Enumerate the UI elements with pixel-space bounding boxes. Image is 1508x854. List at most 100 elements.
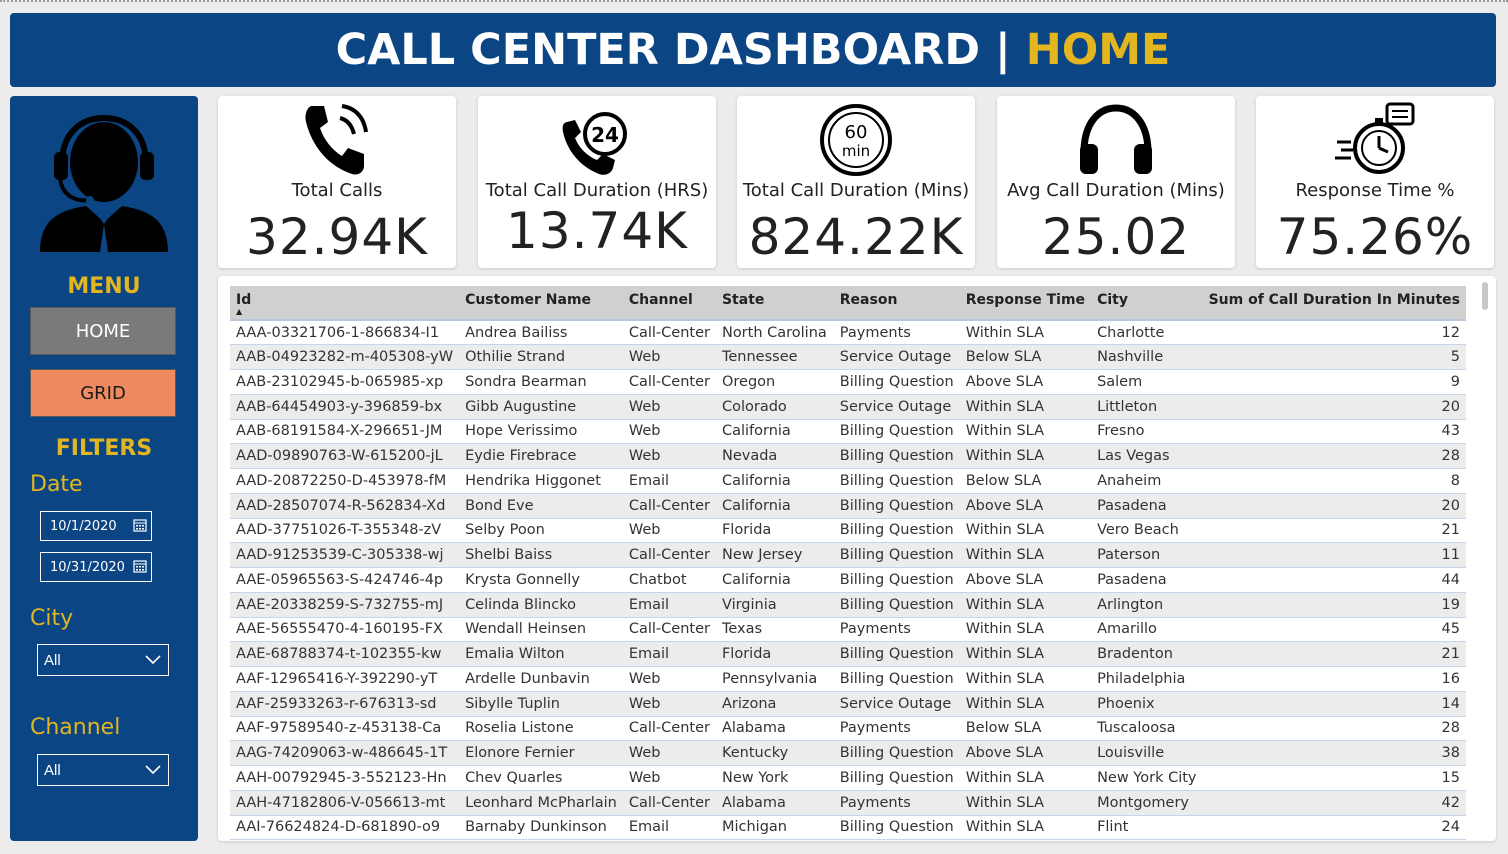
cell-id: AAB-23102945-b-065985-xp xyxy=(230,369,460,395)
column-header-response-time[interactable]: Response Time xyxy=(959,286,1092,321)
cell-response-time: Within SLA xyxy=(959,443,1092,469)
cell-id: AAE-05965563-S-424746-4p xyxy=(230,567,460,593)
date-filter-label: Date xyxy=(30,472,83,497)
cell-response-time: Within SLA xyxy=(959,394,1092,420)
table-row[interactable]: AAB-64454903-y-396859-bx Gibb Augustine We… xyxy=(230,394,1466,420)
vertical-scrollbar[interactable] xyxy=(1482,282,1488,310)
column-header-city[interactable]: City xyxy=(1091,286,1203,321)
cell-reason: Billing Question xyxy=(833,567,960,593)
cell-state: Tennessee xyxy=(715,344,834,370)
table-row[interactable]: AAE-56555470-4-160195-FX Wendall Heinsen C… xyxy=(230,617,1466,643)
table-row[interactable]: AAB-04923282-m-405308-yW Othilie Strand We… xyxy=(230,344,1466,370)
table-row[interactable]: AAG-74209063-w-486645-1T Elonore Fernier W… xyxy=(230,740,1466,766)
calls-table: Id ▲ Customer Name Channel State Reason R… xyxy=(230,286,1466,841)
cell-state: Oregon xyxy=(715,369,834,395)
cell-response-time: Within SLA xyxy=(959,666,1092,692)
cell-customer-name: Othilie Strand xyxy=(459,344,623,370)
cell-state: Colorado xyxy=(715,394,834,420)
date-start-input[interactable]: 10/1/2020 xyxy=(40,511,152,541)
cell-response-time: Within SLA xyxy=(959,320,1092,346)
home-button[interactable]: HOME xyxy=(30,307,176,355)
city-select[interactable]: All xyxy=(37,644,169,676)
cell-city: New York City xyxy=(1091,765,1203,791)
cell-customer-name: Emalia Wilton xyxy=(459,641,623,667)
table-row[interactable]: AAE-20338259-S-732755-mJ Celinda Blincko E… xyxy=(230,592,1466,618)
cell-city: Pasadena xyxy=(1091,567,1203,593)
sidebar: MENU HOME GRID FILTERS Date 10/1/2020 10… xyxy=(10,96,198,841)
cell-call-duration: 28 xyxy=(1202,443,1466,469)
cell-reason: Payments xyxy=(833,617,960,643)
table-row[interactable]: AAI-76624824-D-681890-o9 Barnaby Dunkinso… xyxy=(230,815,1466,841)
cell-id: AAH-47182806-V-056613-mt xyxy=(230,790,460,816)
table-row[interactable]: AAD-28507074-R-562834-Xd Bond Eve Call-Cen… xyxy=(230,493,1466,519)
table-row[interactable]: AAH-00792945-3-552123-Hn Chev Quarles Web N… xyxy=(230,765,1466,791)
cell-reason: Payments xyxy=(833,320,960,346)
table-row[interactable]: AAD-09890763-W-615200-jL Eydie Firebrace W… xyxy=(230,443,1466,469)
column-header-call-duration[interactable]: Sum of Call Duration In Minutes xyxy=(1202,286,1466,321)
cell-channel: Web xyxy=(622,740,716,766)
cell-id: AAD-20872250-D-453978-fM xyxy=(230,468,460,494)
cell-customer-name: Selby Poon xyxy=(459,518,623,544)
cell-state: Texas xyxy=(715,617,834,643)
cell-customer-name: Andrea Bailiss xyxy=(459,320,623,346)
cell-channel: Web xyxy=(622,443,716,469)
table-row[interactable]: AAB-68191584-X-296651-JM Hope Verissimo We… xyxy=(230,419,1466,445)
cell-city: Pasadena xyxy=(1091,493,1203,519)
cell-state: California xyxy=(715,468,834,494)
cell-reason: Billing Question xyxy=(833,468,960,494)
cell-call-duration: 20 xyxy=(1202,493,1466,519)
cell-call-duration: 38 xyxy=(1202,740,1466,766)
cell-response-time: Within SLA xyxy=(959,592,1092,618)
table-row[interactable]: AAA-03321706-1-866834-I1 Andrea Bailiss Ca… xyxy=(230,320,1466,346)
cell-call-duration: 14 xyxy=(1202,691,1466,717)
agent-headset-icon xyxy=(40,114,168,252)
cell-channel: Call-Center xyxy=(622,369,716,395)
table-row[interactable]: AAF-25933263-r-676313-sd Sibylle Tuplin We… xyxy=(230,691,1466,717)
column-header-customer-name[interactable]: Customer Name xyxy=(459,286,623,321)
date-end-input[interactable]: 10/31/2020 xyxy=(40,552,152,582)
cell-customer-name: Hendrika Higgonet xyxy=(459,468,623,494)
page-title-accent: HOME xyxy=(1025,25,1171,75)
cell-id: AAF-97589540-z-453138-Ca xyxy=(230,716,460,742)
cell-state: Pennsylvania xyxy=(715,666,834,692)
cell-id: AAD-09890763-W-615200-jL xyxy=(230,443,460,469)
table-row[interactable]: AAE-68788374-t-102355-kw Emalia Wilton Ema… xyxy=(230,641,1466,667)
table-row[interactable]: AAF-97589540-z-453138-Ca Roselia Listone C… xyxy=(230,716,1466,742)
calendar-icon[interactable] xyxy=(133,518,147,532)
cell-city: Arlington xyxy=(1091,592,1203,618)
cell-customer-name: Chev Quarles xyxy=(459,765,623,791)
grid-button[interactable]: GRID xyxy=(30,369,176,417)
table-row[interactable]: AAE-05965563-S-424746-4p Krysta Gonnelly C… xyxy=(230,567,1466,593)
page-header: CALL CENTER DASHBOARD | HOME xyxy=(10,13,1496,87)
cell-call-duration: 45 xyxy=(1202,617,1466,643)
column-header-state[interactable]: State xyxy=(715,286,834,321)
cell-customer-name: Krysta Gonnelly xyxy=(459,567,623,593)
table-row[interactable]: AAF-12965416-Y-392290-yT Ardelle Dunbavin… xyxy=(230,666,1466,692)
cell-channel: Web xyxy=(622,691,716,717)
top-border xyxy=(0,0,1508,4)
cell-response-time: Below SLA xyxy=(959,344,1092,370)
cell-city: Salem xyxy=(1091,369,1203,395)
channel-select[interactable]: All xyxy=(37,754,169,786)
menu-title: MENU xyxy=(67,274,141,299)
table-header-row: Id ▲ Customer Name Channel State Reason R… xyxy=(230,286,1466,321)
cell-id: AAG-74209063-w-486645-1T xyxy=(230,740,460,766)
column-header-id[interactable]: Id ▲ xyxy=(230,286,460,321)
cell-reason: Billing Question xyxy=(833,369,960,395)
table-row[interactable]: AAD-20872250-D-453978-fM Hendrika Higgone… xyxy=(230,468,1466,494)
cell-reason: Billing Question xyxy=(833,493,960,519)
page-title: CALL CENTER DASHBOARD | HOME xyxy=(336,25,1171,75)
table-row[interactable]: AAB-23102945-b-065985-xp Sondra Bearman Ca… xyxy=(230,369,1466,395)
calendar-icon[interactable] xyxy=(133,559,147,573)
table-row[interactable]: AAD-91253539-C-305338-wj Shelbi Baiss Call… xyxy=(230,542,1466,568)
cell-state: New York xyxy=(715,765,834,791)
cell-state: California xyxy=(715,419,834,445)
column-header-channel[interactable]: Channel xyxy=(622,286,716,321)
cell-state: New Jersey xyxy=(715,542,834,568)
table-row[interactable]: AAD-37751026-T-355348-zV Selby Poon Web Flo… xyxy=(230,518,1466,544)
cell-city: Philadelphia xyxy=(1091,666,1203,692)
table-row[interactable]: AAH-47182806-V-056613-mt Leonhard McPharl… xyxy=(230,790,1466,816)
cell-state: Florida xyxy=(715,518,834,544)
cell-response-time: Within SLA xyxy=(959,790,1092,816)
column-header-reason[interactable]: Reason xyxy=(833,286,960,321)
